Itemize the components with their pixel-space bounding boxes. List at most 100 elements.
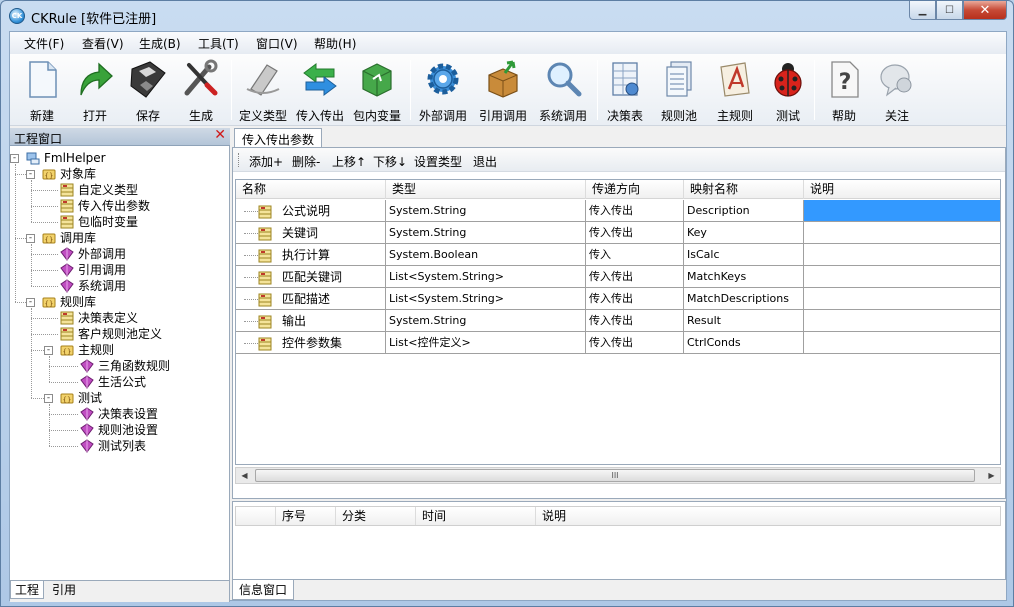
- horizontal-scrollbar[interactable]: ◀ III ▶: [235, 467, 1001, 484]
- cell-description[interactable]: [804, 288, 1000, 310]
- menu-view[interactable]: 查看(V): [80, 35, 126, 52]
- tab-project[interactable]: 工程: [10, 581, 45, 599]
- menu-help[interactable]: 帮助(H): [312, 35, 358, 52]
- tree-node[interactable]: 包临时变量: [58, 214, 229, 230]
- menu-file[interactable]: 文件(F): [22, 35, 66, 52]
- collapse-icon[interactable]: -: [44, 346, 53, 355]
- package-variable-button[interactable]: 包内变量: [349, 57, 405, 123]
- move-down-button[interactable]: 下移↓: [373, 153, 407, 170]
- build-button[interactable]: 生成: [173, 57, 229, 123]
- collapse-icon[interactable]: -: [44, 394, 53, 403]
- menu-tools[interactable]: 工具(T): [196, 35, 241, 52]
- info-column-time[interactable]: 时间: [416, 507, 536, 525]
- tree-node[interactable]: 生活公式: [78, 374, 229, 390]
- info-column-index[interactable]: 序号: [276, 507, 336, 525]
- maximize-button[interactable]: ☐: [936, 1, 963, 20]
- collapse-icon[interactable]: -: [26, 298, 35, 307]
- cell-description[interactable]: [804, 266, 1000, 288]
- tab-info-window[interactable]: 信息窗口: [232, 580, 295, 600]
- cell-type[interactable]: System.Boolean: [386, 244, 586, 266]
- cell-name[interactable]: 匹配关键词: [236, 266, 386, 288]
- cell-mapping[interactable]: MatchKeys: [684, 266, 804, 288]
- table-row[interactable]: 关键词 System.String 传入传出 Key: [236, 222, 1000, 244]
- tree-node[interactable]: {} 对象库: [40, 166, 229, 182]
- rule-pool-button[interactable]: 规则池: [651, 57, 707, 123]
- table-row[interactable]: 控件参数集 List<控件定义> 传入传出 CtrlConds: [236, 332, 1000, 354]
- cell-direction[interactable]: 传入传出: [586, 222, 684, 244]
- collapse-icon[interactable]: -: [26, 170, 35, 179]
- cell-type[interactable]: System.String: [386, 310, 586, 332]
- table-row[interactable]: 公式说明 System.String 传入传出 Description: [236, 200, 1000, 222]
- scroll-thumb[interactable]: III: [255, 469, 975, 482]
- scroll-right-icon[interactable]: ▶: [983, 468, 1000, 483]
- tree-node[interactable]: 决策表设置: [78, 406, 229, 422]
- in-out-button[interactable]: 传入传出: [292, 57, 348, 123]
- tree-node[interactable]: 客户规则池定义: [58, 326, 229, 342]
- tree-node[interactable]: {} 主规则: [58, 342, 229, 358]
- title-bar[interactable]: CK CKRule [软件已注册] ▁ ☐ ✕: [1, 1, 1013, 31]
- cell-type[interactable]: System.String: [386, 222, 586, 244]
- collapse-icon[interactable]: -: [26, 234, 35, 243]
- reference-call-button[interactable]: 引用调用: [475, 57, 531, 123]
- cell-mapping[interactable]: Key: [684, 222, 804, 244]
- cell-direction[interactable]: 传入传出: [586, 200, 684, 222]
- cell-name[interactable]: 匹配描述: [236, 288, 386, 310]
- tree-node[interactable]: 外部调用: [58, 246, 229, 262]
- move-up-button[interactable]: 上移↑: [332, 153, 366, 170]
- column-type[interactable]: 类型: [386, 180, 586, 199]
- tree-node[interactable]: 系统调用: [58, 278, 229, 294]
- table-row[interactable]: 匹配关键词 List<System.String> 传入传出 MatchKeys: [236, 266, 1000, 288]
- cell-direction[interactable]: 传入传出: [586, 288, 684, 310]
- column-direction[interactable]: 传递方向: [586, 180, 684, 199]
- menu-build[interactable]: 生成(B): [137, 35, 183, 52]
- tab-in-out-params[interactable]: 传入传出参数: [234, 128, 323, 148]
- cell-mapping[interactable]: Description: [684, 200, 804, 222]
- tab-reference[interactable]: 引用: [48, 581, 80, 599]
- cell-mapping[interactable]: IsCalc: [684, 244, 804, 266]
- menu-window[interactable]: 窗口(V): [254, 35, 300, 52]
- delete-button[interactable]: 删除-: [292, 153, 320, 170]
- test-button[interactable]: 测试: [760, 57, 816, 123]
- table-row[interactable]: 输出 System.String 传入传出 Result: [236, 310, 1000, 332]
- minimize-button[interactable]: ▁: [909, 1, 936, 20]
- cell-mapping[interactable]: MatchDescriptions: [684, 288, 804, 310]
- app-icon[interactable]: CK: [9, 8, 25, 24]
- cell-name[interactable]: 公式说明: [236, 200, 386, 222]
- set-type-button[interactable]: 设置类型: [414, 153, 462, 170]
- tree-node[interactable]: {} 规则库: [40, 294, 229, 310]
- tree-node[interactable]: 测试列表: [78, 438, 229, 454]
- cell-direction[interactable]: 传入传出: [586, 310, 684, 332]
- tree-node[interactable]: 三角函数规则: [78, 358, 229, 374]
- close-button[interactable]: ✕: [963, 1, 1007, 20]
- cell-type[interactable]: System.String: [386, 200, 586, 222]
- tree-node[interactable]: {} 测试: [58, 390, 229, 406]
- cell-mapping[interactable]: CtrlConds: [684, 332, 804, 354]
- cell-description[interactable]: [804, 332, 1000, 354]
- cell-mapping[interactable]: Result: [684, 310, 804, 332]
- tree-node[interactable]: 规则池设置: [78, 422, 229, 438]
- cell-direction[interactable]: 传入: [586, 244, 684, 266]
- cell-name[interactable]: 执行计算: [236, 244, 386, 266]
- table-row[interactable]: 执行计算 System.Boolean 传入 IsCalc: [236, 244, 1000, 266]
- scroll-left-icon[interactable]: ◀: [236, 468, 253, 483]
- tree-node[interactable]: 决策表定义: [58, 310, 229, 326]
- pane-close-icon[interactable]: ✕: [214, 127, 226, 143]
- tree-node[interactable]: 传入传出参数: [58, 198, 229, 214]
- info-column-category[interactable]: 分类: [336, 507, 416, 525]
- tree-node[interactable]: FmlHelper: [24, 150, 229, 166]
- table-row[interactable]: 匹配描述 List<System.String> 传入传出 MatchDescript…: [236, 288, 1000, 310]
- column-description[interactable]: 说明: [804, 180, 1000, 199]
- cell-type[interactable]: List<System.String>: [386, 288, 586, 310]
- column-mapping[interactable]: 映射名称: [684, 180, 804, 199]
- tree-node[interactable]: 自定义类型: [58, 182, 229, 198]
- exit-button[interactable]: 退出: [473, 153, 497, 170]
- cell-direction[interactable]: 传入传出: [586, 332, 684, 354]
- follow-button[interactable]: 关注: [869, 57, 925, 123]
- cell-name[interactable]: 控件参数集: [236, 332, 386, 354]
- cell-description[interactable]: [804, 244, 1000, 266]
- column-name[interactable]: 名称: [236, 180, 386, 199]
- cell-description[interactable]: [804, 200, 1000, 222]
- cell-direction[interactable]: 传入传出: [586, 266, 684, 288]
- cell-type[interactable]: List<System.String>: [386, 266, 586, 288]
- cell-name[interactable]: 关键词: [236, 222, 386, 244]
